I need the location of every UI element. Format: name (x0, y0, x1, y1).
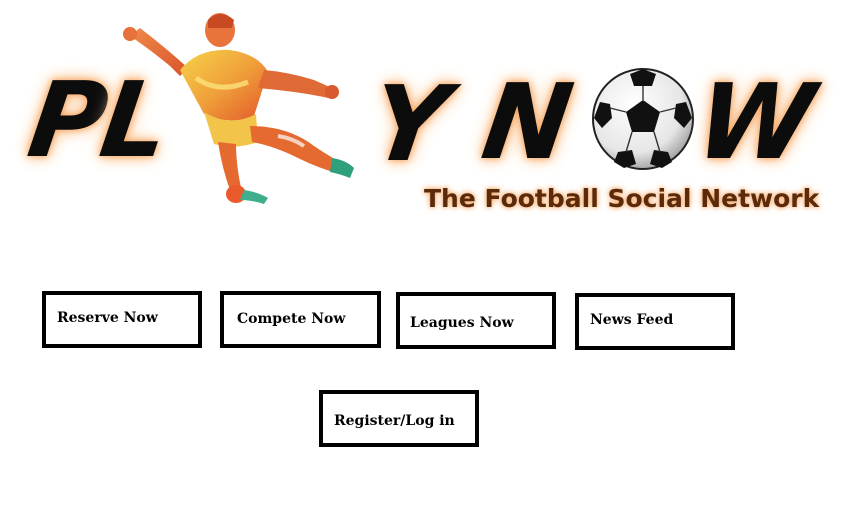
news-feed-label: News Feed (590, 312, 674, 328)
compete-now-label: Compete Now (237, 311, 346, 327)
site-logo: P L Y N W The Football Social Network (0, 0, 846, 230)
logo-tagline: The Football Social Network (424, 184, 820, 213)
logo-letter-n: N (475, 61, 580, 183)
leagues-now-label: Leagues Now (410, 314, 514, 331)
reserve-now-button[interactable]: Reserve Now (42, 291, 202, 348)
football-player-icon (123, 13, 354, 204)
register-login-button[interactable]: Register/Log in (319, 390, 479, 447)
register-login-label: Register/Log in (334, 412, 455, 429)
compete-now-button[interactable]: Compete Now (220, 291, 381, 348)
soccer-ball-icon (592, 68, 694, 170)
reserve-now-label: Reserve Now (57, 309, 158, 326)
logo-letter-w: W (689, 61, 822, 183)
leagues-now-button[interactable]: Leagues Now (396, 292, 556, 349)
logo-letter-y: Y (363, 63, 456, 185)
news-feed-button[interactable]: News Feed (575, 293, 735, 350)
